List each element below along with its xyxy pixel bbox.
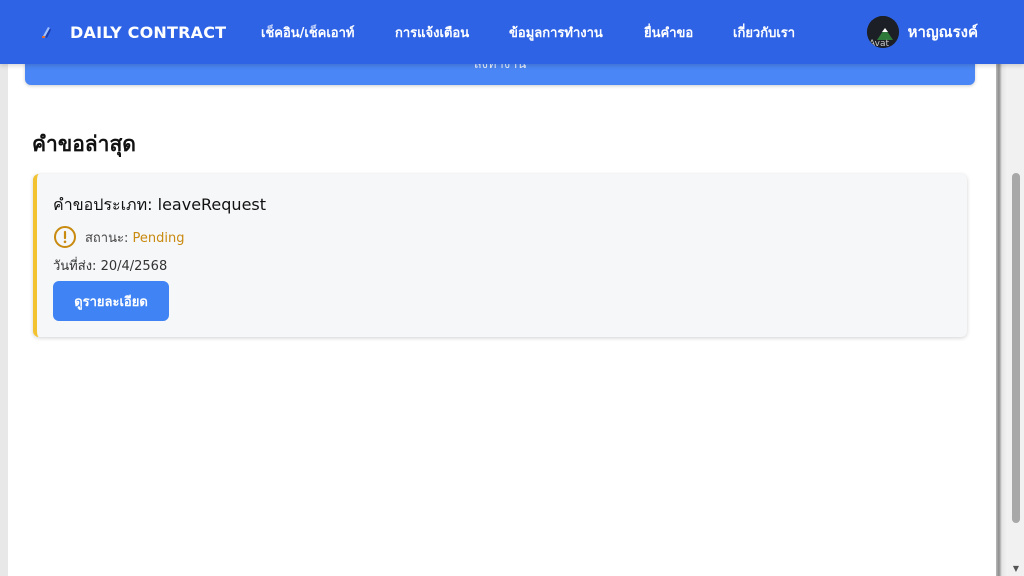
page-edge-shadow [996,0,1008,576]
nav-link-submit-request[interactable]: ยื่นคำขอ [644,0,693,64]
brand[interactable]: DAILY CONTRACT [38,0,226,64]
navbar: DAILY CONTRACT เช็คอิน/เช็คเอาท์ การแจ้ง… [0,0,1024,64]
browser-viewport: ลงทำงาน คำขอล่าสุด คำขอประเภท: leaveRequ… [0,0,1024,576]
warning-circle-icon [53,225,77,249]
nav-link-checkin[interactable]: เช็คอิน/เช็คเอาท์ [261,0,355,64]
avatar: Avat [866,16,899,48]
request-type-value: leaveRequest [157,195,267,214]
request-type-label: คำขอประเภท: [53,195,153,214]
svg-text:Avat: Avat [869,39,889,48]
page-content: ลงทำงาน คำขอล่าสุด คำขอประเภท: leaveRequ… [8,0,996,576]
request-type: คำขอประเภท: leaveRequest [53,193,266,218]
nav-link-about[interactable]: เกี่ยวกับเรา [733,0,795,64]
user-menu[interactable]: Avat หาญณรงค์ [866,0,978,64]
status-label: สถานะ: [85,230,129,246]
view-details-button-label: ดูรายละเอียด [74,294,148,310]
nav-link-work-info[interactable]: ข้อมูลการทำงาน [509,0,603,64]
submit-date-label: วันที่ส่ง: [53,259,97,274]
submit-date: วันที่ส่ง: 20/4/2568 [53,255,167,276]
user-name: หาญณรงค์ [907,23,978,41]
scroll-down-arrow-icon[interactable]: ▼ [1008,560,1024,576]
brand-name: DAILY CONTRACT [70,22,227,42]
logo-icon [38,23,56,41]
nav-link-notifications[interactable]: การแจ้งเตือน [395,0,469,64]
section-title-latest-requests: คำขอล่าสุด [32,132,136,156]
view-details-button[interactable]: ดูรายละเอียด [53,281,169,321]
scroll-thumb[interactable] [1012,173,1020,523]
request-card: คำขอประเภท: leaveRequest สถานะ: Pending [33,174,967,337]
status-value: Pending [132,230,185,246]
status-row: สถานะ: Pending [53,225,184,249]
vertical-scrollbar[interactable]: ▲ ▼ [1008,0,1024,576]
submit-date-value: 20/4/2568 [100,259,168,274]
